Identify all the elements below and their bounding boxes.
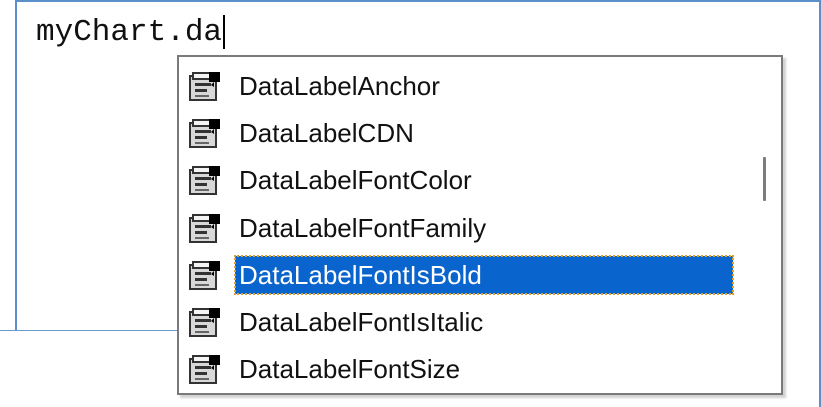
editor-frame-left-border [15, 0, 17, 330]
scrollbar-thumb[interactable] [763, 157, 766, 201]
code-editor-window: myChart.da DataLabelAnchor DataLabelCDN Da… [0, 0, 821, 407]
editor-frame-top-border [15, 0, 821, 2]
autocomplete-item-label: DataLabelFontFamily [239, 212, 487, 243]
autocomplete-item-label: DataLabelFontIsBold [234, 254, 734, 295]
autocomplete-item[interactable]: DataLabelFontIsItalic [179, 298, 745, 345]
autocomplete-item[interactable]: DataLabelFontIsBold [179, 251, 745, 298]
code-line[interactable]: myChart.da [36, 8, 226, 56]
property-icon [187, 259, 225, 291]
property-icon [187, 70, 225, 102]
scrollbar[interactable] [747, 57, 781, 393]
autocomplete-item-label: DataLabelAnchor [239, 70, 440, 101]
property-icon [187, 353, 225, 385]
autocomplete-item[interactable]: DataLabelFontSize [179, 346, 745, 393]
editor-frame-divider [0, 330, 180, 331]
property-icon [187, 306, 225, 338]
property-icon [187, 212, 225, 244]
autocomplete-item[interactable]: DataLabelFontColor [179, 157, 745, 204]
autocomplete-item[interactable]: DataLabelAnchor [179, 62, 745, 109]
autocomplete-item-label: DataLabelFontColor [239, 165, 472, 196]
autocomplete-item-label: DataLabelFontSize [239, 354, 461, 385]
autocomplete-item-label: DataLabelFontIsItalic [239, 307, 484, 338]
property-icon [187, 117, 225, 149]
autocomplete-list: DataLabelAnchor DataLabelCDN DataLabelFont… [179, 62, 745, 393]
text-caret [223, 15, 226, 49]
autocomplete-item[interactable]: DataLabelFontFamily [179, 204, 745, 251]
autocomplete-item-label: DataLabelCDN [239, 117, 414, 148]
autocomplete-dropdown[interactable]: DataLabelAnchor DataLabelCDN DataLabelFont… [177, 55, 783, 395]
code-text[interactable]: myChart.da [36, 15, 222, 50]
property-icon [187, 164, 225, 196]
autocomplete-item[interactable]: DataLabelCDN [179, 109, 745, 156]
